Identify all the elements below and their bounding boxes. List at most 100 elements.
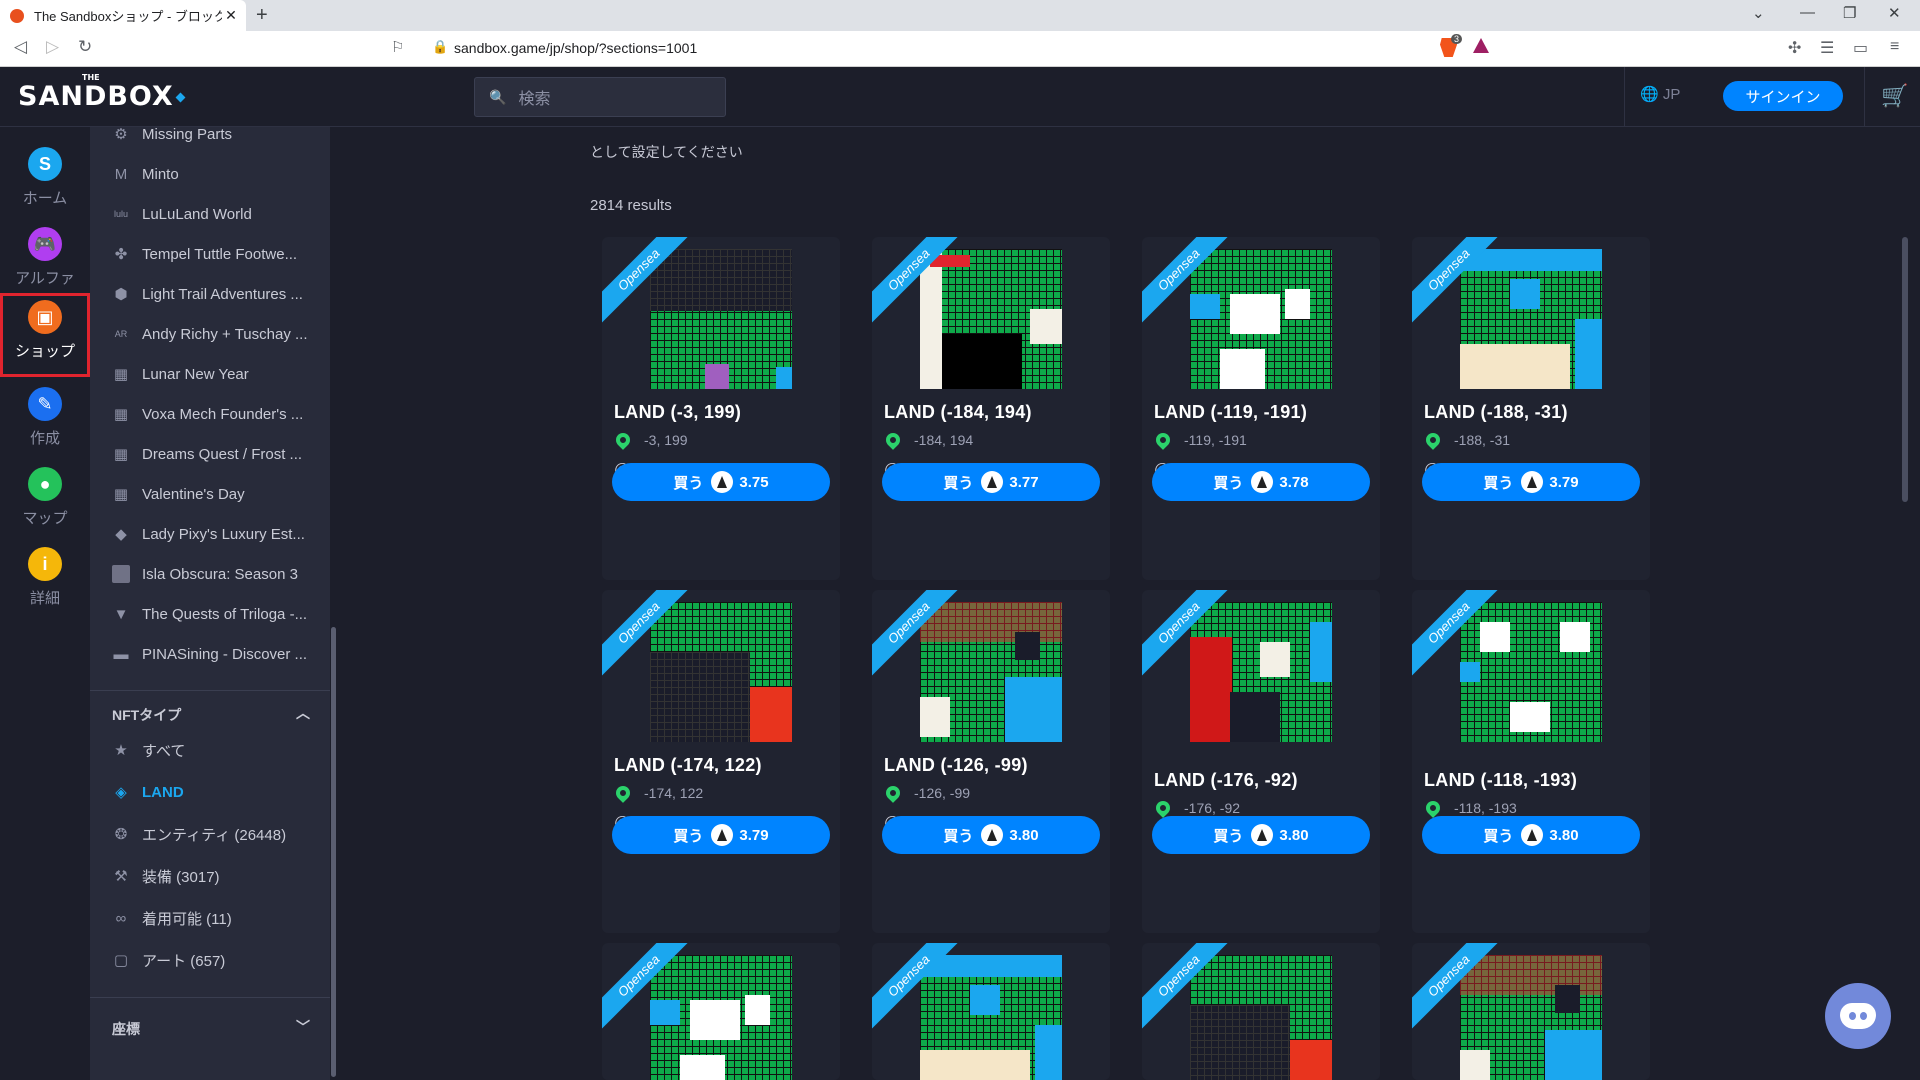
rail-item-shop[interactable]: ▣ ショップ xyxy=(0,293,90,377)
browser-tab[interactable]: The Sandboxショップ - ブロックチェーン ✕ xyxy=(0,0,246,31)
collection-icon: ▦ xyxy=(113,406,129,423)
browser-toolbar: ◁ ▷ ↻ ⚐ 🔒 sandbox.game/jp/shop/?sections… xyxy=(0,31,1920,67)
collection-item[interactable]: ▬ PINASining - Discover ... xyxy=(112,639,324,669)
brave-rewards-icon[interactable] xyxy=(1473,38,1489,53)
collection-item[interactable]: ◆ Lady Pixy's Luxury Est... xyxy=(112,519,324,549)
reload-icon[interactable]: ↻ xyxy=(78,37,92,57)
collection-item[interactable]: ▼ The Quests of Triloga -... xyxy=(112,599,324,629)
land-name[interactable]: LAND (-118, -193) xyxy=(1424,770,1577,791)
buy-button[interactable]: 買う 3.80 xyxy=(882,816,1100,854)
collection-item[interactable]: ⚙ Missing Parts xyxy=(112,119,324,149)
rail-item-alpha[interactable]: 🎮 アルファ xyxy=(0,227,90,303)
collection-item[interactable]: lulu LuLuLand World xyxy=(112,199,324,229)
main-scrollbar[interactable] xyxy=(1900,127,1910,1080)
ribbon-label: Opensea xyxy=(1412,590,1498,676)
buy-button[interactable]: 買う 3.80 xyxy=(1422,816,1640,854)
nft-type-heading[interactable]: NFTタイプ ︿ xyxy=(112,705,310,725)
buy-button[interactable]: 買う 3.80 xyxy=(1152,816,1370,854)
collection-item[interactable]: ▦ Lunar New Year xyxy=(112,359,324,389)
land-card[interactable]: Opensea LAND (-126, -99) -126, -99 @Jona… xyxy=(872,590,1110,933)
signin-button[interactable]: サインイン xyxy=(1723,81,1843,111)
land-name[interactable]: LAND (-188, -31) xyxy=(1424,402,1568,423)
land-card[interactable]: Opensea xyxy=(872,943,1110,1080)
tab-search-icon[interactable]: ⌄ xyxy=(1752,4,1765,22)
land-card[interactable]: Opensea xyxy=(602,943,840,1080)
collection-item[interactable]: AR Andy Richy + Tuschay ... xyxy=(112,319,324,349)
land-coords: -119, -191 xyxy=(1153,430,1247,450)
discord-chat-button[interactable] xyxy=(1825,983,1891,1049)
collection-label: Minto xyxy=(142,165,179,183)
land-name[interactable]: LAND (-119, -191) xyxy=(1154,402,1307,423)
land-card[interactable]: Opensea xyxy=(1412,943,1650,1080)
buy-button[interactable]: 買う 3.77 xyxy=(882,463,1100,501)
nft-type-item[interactable]: ❂ エンティティ (26448) xyxy=(112,819,324,849)
collection-item[interactable]: ⬢ Light Trail Adventures ... xyxy=(112,279,324,309)
chevron-down-icon[interactable]: ﹀ xyxy=(296,1017,310,1037)
land-name[interactable]: LAND (-3, 199) xyxy=(614,402,741,423)
buy-button[interactable]: 買う 3.79 xyxy=(612,816,830,854)
buy-button[interactable]: 買う 3.78 xyxy=(1152,463,1370,501)
buy-button[interactable]: 買う 3.79 xyxy=(1422,463,1640,501)
minimize-icon[interactable]: — xyxy=(1800,4,1815,21)
land-card[interactable]: Opensea LAND (-3, 199) -3, 199 @020cE 買う… xyxy=(602,237,840,580)
rail-item-home[interactable]: S ホーム xyxy=(0,147,90,223)
land-card[interactable]: Opensea LAND (-188, -31) -188, -31 @Sand… xyxy=(1412,237,1650,580)
close-window-icon[interactable]: ✕ xyxy=(1888,4,1901,22)
new-tab-icon[interactable]: + xyxy=(256,4,268,27)
rail-label: ホーム xyxy=(22,190,68,207)
sandbox-logo[interactable]: THE SANDBOX xyxy=(18,74,186,110)
forward-icon[interactable]: ▷ xyxy=(46,37,59,57)
land-name[interactable]: LAND (-174, 122) xyxy=(614,755,762,776)
language-selector[interactable]: 🌐 JP xyxy=(1640,85,1680,103)
results-count: 2814 results xyxy=(590,197,672,214)
buy-label: 買う xyxy=(943,827,974,845)
nft-type-item[interactable]: ◈ LAND xyxy=(112,777,324,807)
buy-button[interactable]: 買う 3.75 xyxy=(612,463,830,501)
collection-item[interactable]: ▦ Valentine's Day xyxy=(112,479,324,509)
collection-label: LuLuLand World xyxy=(142,205,252,223)
chevron-up-icon[interactable]: ︿ xyxy=(296,703,310,723)
land-card[interactable]: Opensea LAND (-184, 194) -184, 194 @Cook… xyxy=(872,237,1110,580)
collection-item[interactable]: Isla Obscura: Season 3 xyxy=(112,559,324,589)
nft-type-item[interactable]: ⚒ 装備 (3017) xyxy=(112,861,324,891)
land-card[interactable]: Opensea LAND (-174, 122) -174, 122 @Biom… xyxy=(602,590,840,933)
nft-type-item[interactable]: ▢ アート (657) xyxy=(112,945,324,975)
reading-list-icon[interactable]: ☰ xyxy=(1820,38,1834,58)
ribbon-label: Opensea xyxy=(872,237,958,323)
wallet-icon[interactable]: ▭ xyxy=(1853,38,1868,58)
search-input[interactable]: 🔍 検索 xyxy=(474,77,726,117)
land-card[interactable]: Opensea LAND (-176, -92) -176, -92 買う 3.… xyxy=(1142,590,1380,933)
land-name[interactable]: LAND (-184, 194) xyxy=(884,402,1032,423)
collection-label: Lunar New Year xyxy=(142,365,249,383)
close-tab-icon[interactable]: ✕ xyxy=(222,7,240,24)
rail-item-details[interactable]: i 詳細 xyxy=(0,547,90,623)
price-label: 3.79 xyxy=(1549,473,1579,491)
nft-type-item[interactable]: ∞ 着用可能 (11) xyxy=(112,903,324,933)
collection-item[interactable]: M Minto xyxy=(112,159,324,189)
collection-label: Tempel Tuttle Footwe... xyxy=(142,245,298,263)
rail-item-map[interactable]: ● マップ xyxy=(0,467,90,543)
collection-icon: lulu xyxy=(113,209,128,219)
collection-icon: ▦ xyxy=(113,486,129,503)
land-name[interactable]: LAND (-126, -99) xyxy=(884,755,1028,776)
back-icon[interactable]: ◁ xyxy=(14,37,27,57)
collection-item[interactable]: ▦ Dreams Quest / Frost ... xyxy=(112,439,324,469)
extensions-icon[interactable]: ✣ xyxy=(1788,38,1801,58)
land-card[interactable]: Opensea LAND (-118, -193) -118, -193 買う … xyxy=(1412,590,1650,933)
collection-item[interactable]: ✤ Tempel Tuttle Footwe... xyxy=(112,239,324,269)
nft-type-item[interactable]: ★ すべて xyxy=(112,735,324,765)
menu-icon[interactable]: ≡ xyxy=(1890,38,1899,56)
url-text[interactable]: sandbox.game/jp/shop/?sections=1001 xyxy=(454,40,697,56)
collection-item[interactable]: ▦ Voxa Mech Founder's ... xyxy=(112,399,324,429)
bookmark-icon[interactable]: ⚐ xyxy=(391,38,404,56)
land-card[interactable]: Opensea LAND (-119, -191) -119, -191 @ma… xyxy=(1142,237,1380,580)
panel-scrollbar[interactable] xyxy=(330,127,338,1080)
maximize-icon[interactable]: ❐ xyxy=(1843,4,1856,22)
rail-item-create[interactable]: ✎ 作成 xyxy=(0,387,90,463)
land-card[interactable]: Opensea xyxy=(1142,943,1380,1080)
land-name[interactable]: LAND (-176, -92) xyxy=(1154,770,1298,791)
eth-icon xyxy=(711,824,734,846)
opensea-ribbon: Opensea xyxy=(872,943,958,1029)
coords-heading[interactable]: 座標 ﹀ xyxy=(112,1019,310,1039)
cart-icon[interactable]: 🛒 xyxy=(1881,83,1908,109)
